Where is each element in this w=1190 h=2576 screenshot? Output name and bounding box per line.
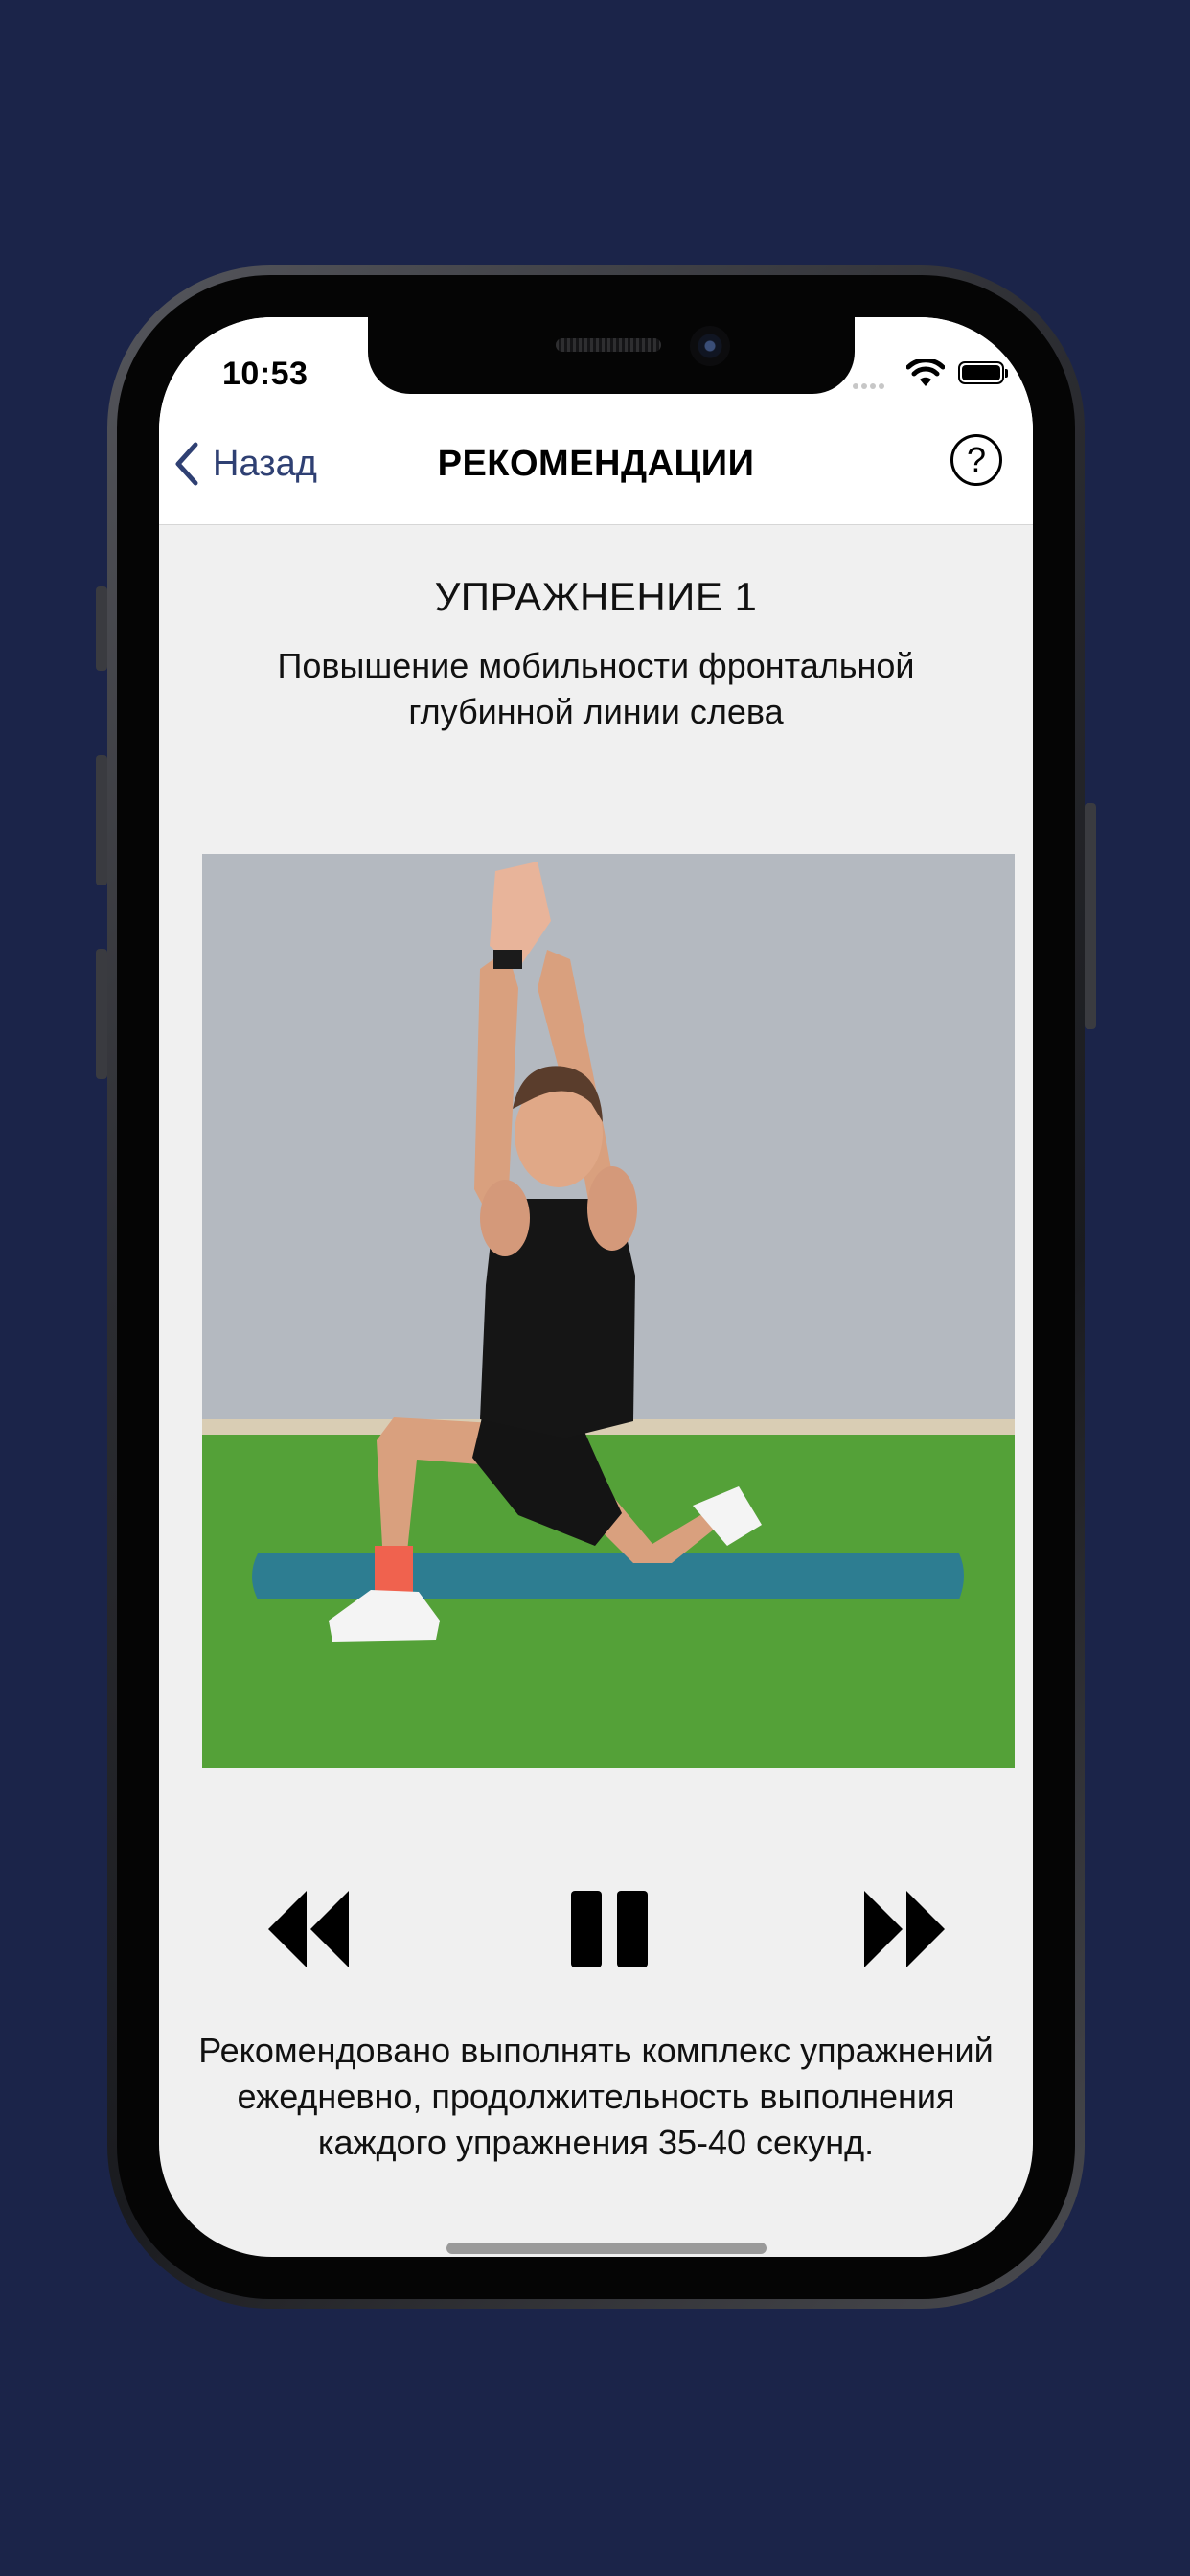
front-camera: [690, 326, 730, 366]
exercise-video[interactable]: [202, 854, 1015, 1768]
fast-forward-icon[interactable]: [862, 1889, 947, 1969]
power-button: [1085, 803, 1096, 1029]
phone-bezel: 10:53 Назад РЕКОМЕНДАЦИИ ? УПРАЖНЕНИЕ 1 …: [117, 275, 1075, 2299]
cellular-signal-icon: [853, 377, 887, 394]
help-button[interactable]: ?: [950, 434, 1002, 486]
rewind-icon[interactable]: [266, 1889, 351, 1969]
volume-up-button: [96, 755, 107, 886]
phone-frame: 10:53 Назад РЕКОМЕНДАЦИИ ? УПРАЖНЕНИЕ 1 …: [107, 265, 1085, 2309]
playback-controls: [159, 1889, 1033, 1985]
earpiece-speaker: [556, 338, 661, 352]
exercise-description: Рекомендовано выполнять комплекс упражне…: [198, 2031, 994, 2162]
navigation-bar: Назад РЕКОМЕНДАЦИИ ?: [159, 394, 1033, 525]
wifi-icon: [906, 359, 945, 386]
question-mark-icon: ?: [966, 440, 987, 479]
home-indicator: [446, 2242, 767, 2254]
exercise-subtitle: Повышение мобильности фронтальной глубин…: [277, 646, 915, 731]
exercise-video-frame: [202, 854, 1015, 1768]
app-screen: 10:53 Назад РЕКОМЕНДАЦИИ ? УПРАЖНЕНИЕ 1 …: [159, 317, 1033, 2257]
silent-switch: [96, 586, 107, 671]
page-title: РЕКОМЕНДАЦИИ: [437, 444, 755, 484]
pause-icon[interactable]: [569, 1889, 650, 1969]
battery-icon: [958, 361, 1008, 384]
volume-down-button: [96, 949, 107, 1079]
status-time: 10:53: [222, 356, 309, 392]
notch: [368, 317, 855, 394]
exercise-title: УПРАЖНЕНИЕ 1: [434, 574, 758, 619]
